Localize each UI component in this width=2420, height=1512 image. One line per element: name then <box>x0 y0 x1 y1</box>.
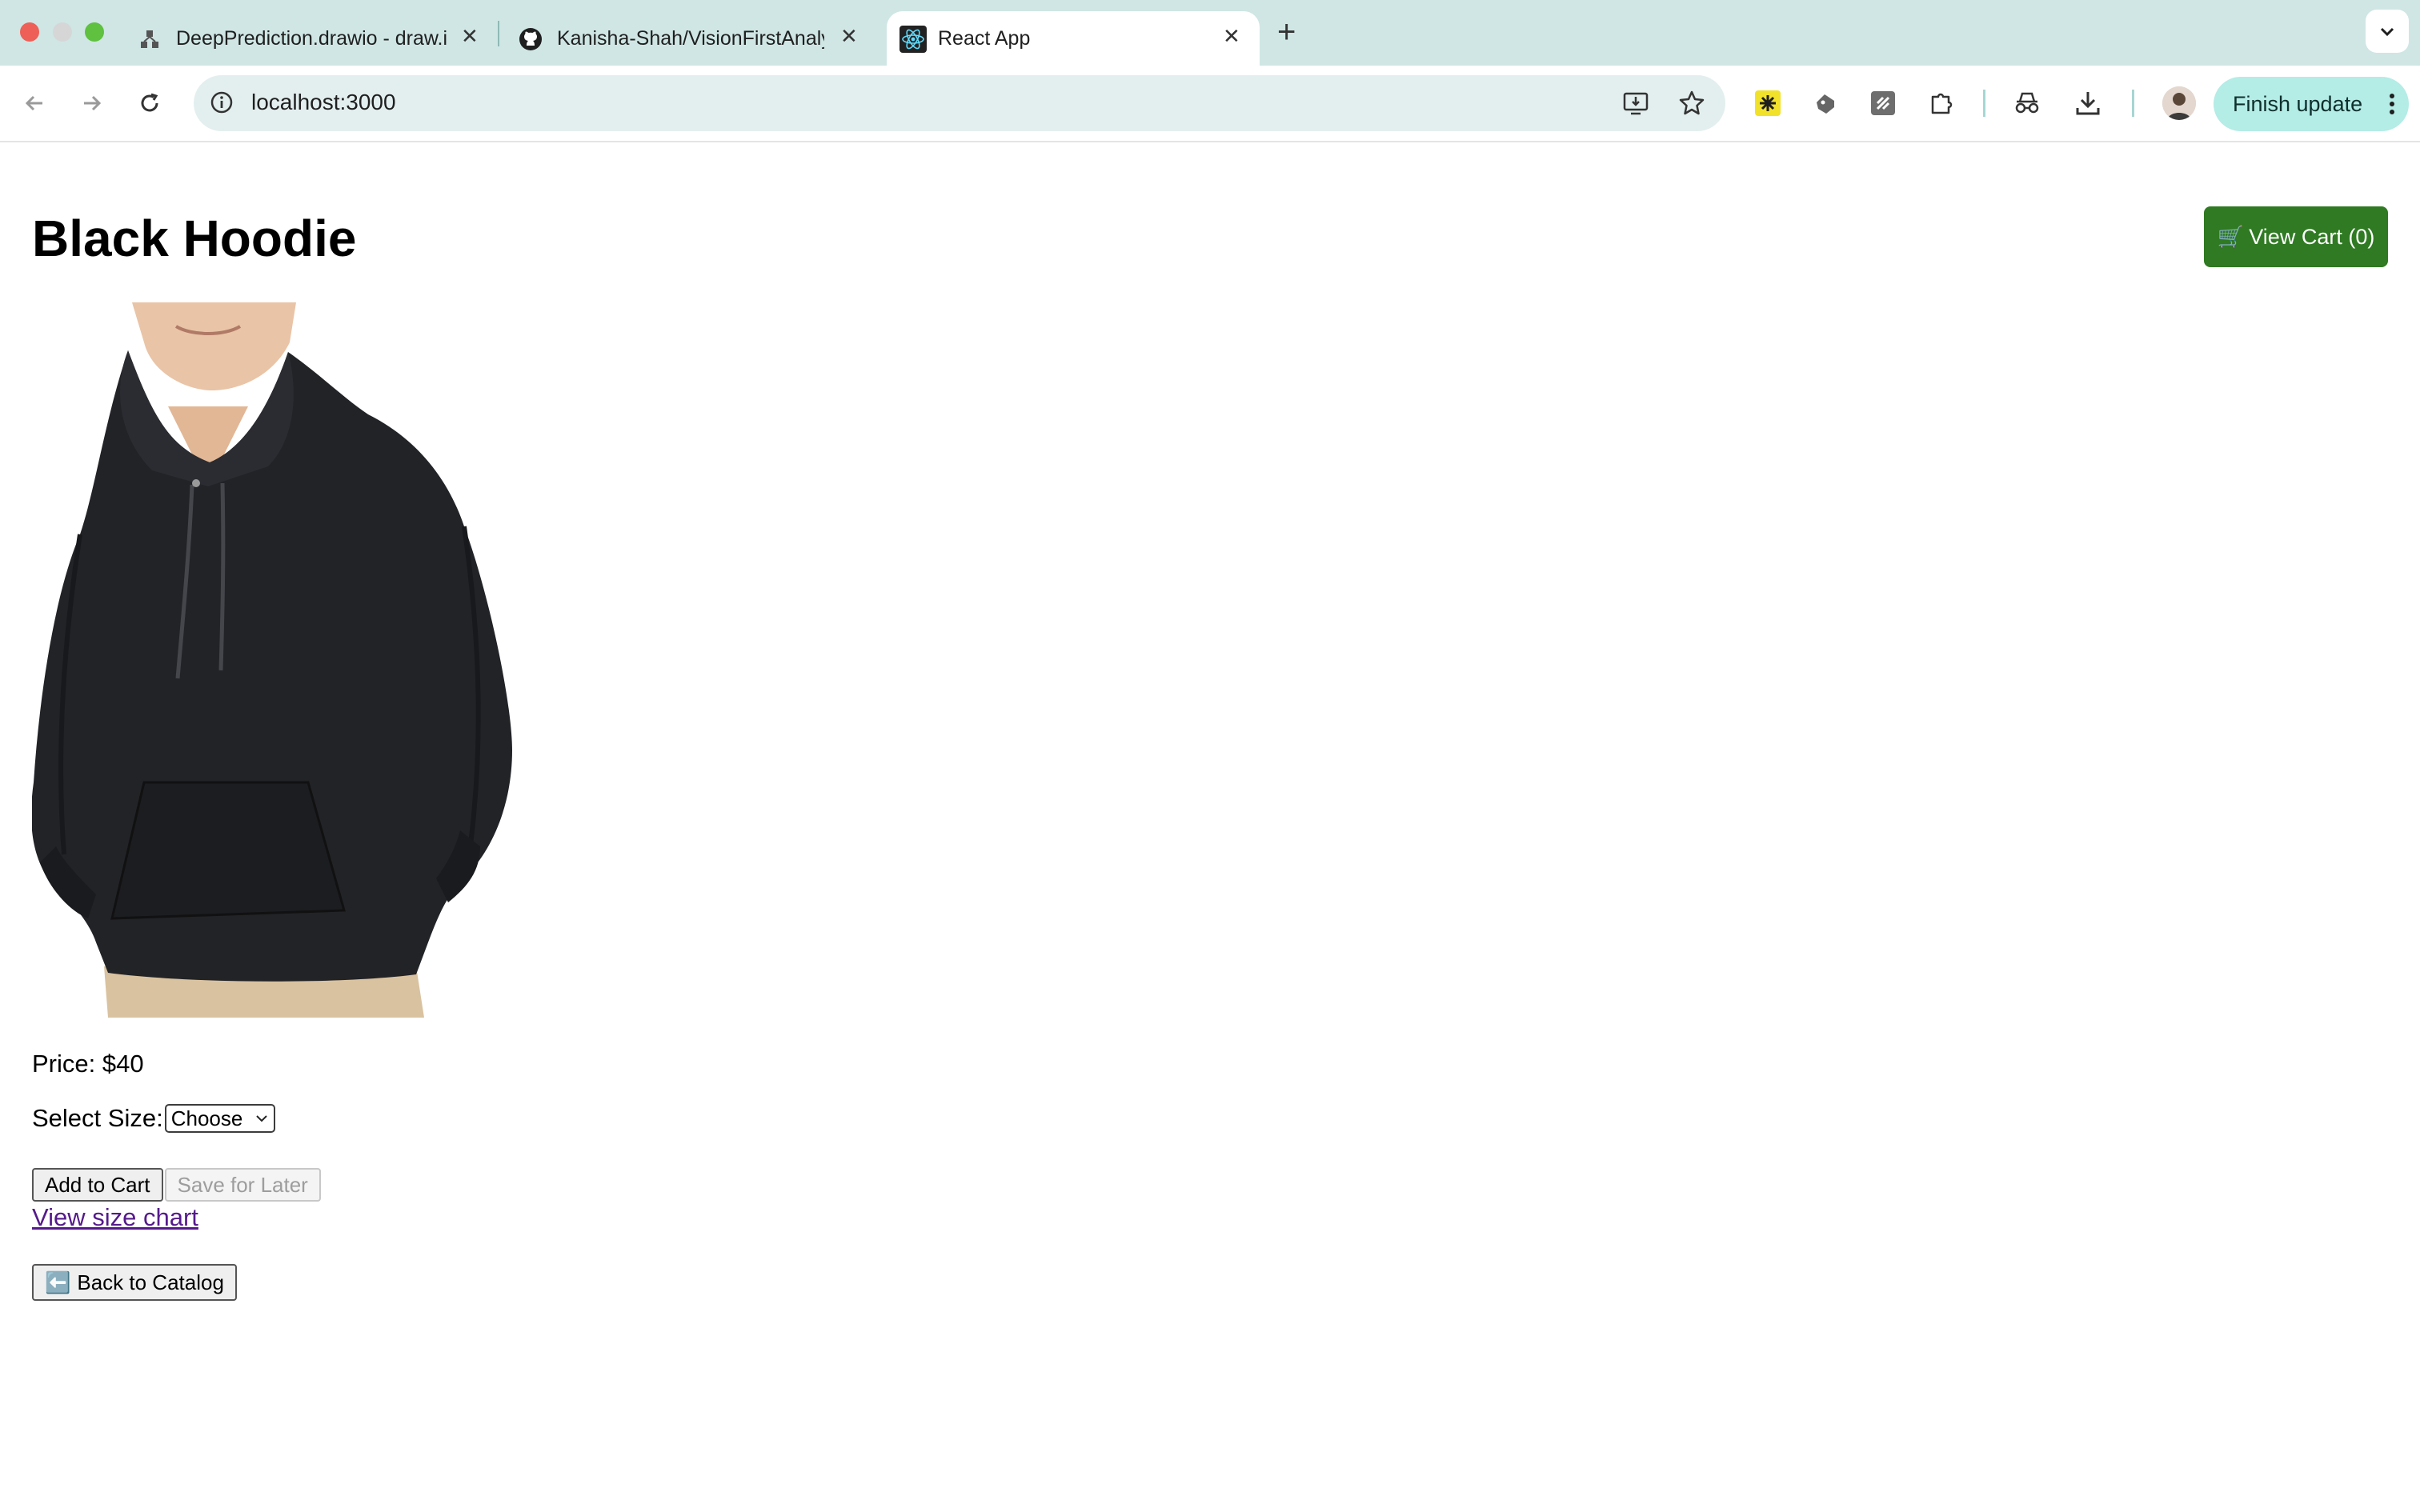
back-to-catalog-button[interactable]: ⬅️ Back to Catalog <box>32 1264 237 1301</box>
back-to-catalog-label: Back to Catalog <box>77 1270 224 1294</box>
size-selector-row: Select Size: Choose <box>32 1104 275 1133</box>
forward-nav-button[interactable] <box>75 86 109 120</box>
extensions-puzzle-icon[interactable] <box>1925 86 1959 120</box>
select-size-label: Select Size: <box>32 1104 163 1132</box>
tab-close-icon[interactable]: ✕ <box>1223 24 1240 49</box>
close-window-button[interactable] <box>20 22 39 42</box>
bookmark-star-icon[interactable] <box>1677 89 1706 122</box>
page-content: Black Hoodie 🛒 View Cart (0) Price: $40 … <box>0 142 2420 1512</box>
view-cart-button[interactable]: 🛒 View Cart (0) <box>2204 206 2388 267</box>
drawio-icon <box>139 29 160 55</box>
address-bar[interactable]: localhost:3000 <box>194 75 1725 131</box>
tab-close-icon[interactable]: ✕ <box>461 24 479 49</box>
url-text: localhost:3000 <box>251 90 396 114</box>
tab-title: React App <box>938 27 1031 50</box>
cart-actions: Add to Cart Save for Later <box>32 1168 321 1202</box>
add-to-cart-button[interactable]: Add to Cart <box>32 1168 163 1202</box>
tab-close-icon[interactable]: ✕ <box>840 24 858 49</box>
arrow-right-icon <box>84 95 102 111</box>
incognito-icon[interactable] <box>2010 86 2044 120</box>
size-select[interactable]: Choose <box>164 1104 275 1133</box>
arrow-left-icon <box>25 95 42 111</box>
finish-update-label: Finish update <box>2233 91 2363 116</box>
reload-button[interactable] <box>133 86 166 120</box>
chevron-down-icon <box>2380 27 2394 37</box>
tab-title: DeepPrediction.drawio - draw.io <box>176 27 448 50</box>
toolbar-separator <box>1983 90 1985 117</box>
site-info-icon[interactable] <box>208 89 235 120</box>
toolbar-separator <box>2132 90 2134 117</box>
github-icon <box>519 27 543 57</box>
tab-separator <box>498 21 499 46</box>
view-cart-label: View Cart (0) <box>2249 224 2375 249</box>
tab-react-app[interactable]: React App ✕ <box>887 11 1260 66</box>
new-tab-button[interactable]: + <box>1277 14 1296 50</box>
tab-title: Kanisha-Shah/VisionFirstAnalysis <box>557 27 824 50</box>
view-size-chart-link[interactable]: View size chart <box>32 1203 198 1232</box>
tab-github[interactable]: Kanisha-Shah/VisionFirstAnalysis ✕ <box>514 11 874 66</box>
install-app-icon[interactable] <box>1621 89 1650 122</box>
react-icon <box>899 26 927 58</box>
chevron-down-icon <box>255 1115 267 1122</box>
profile-avatar[interactable] <box>2162 86 2196 120</box>
browser-tab-strip: DeepPrediction.drawio - draw.io ✕ Kanish… <box>0 0 2420 66</box>
reload-icon <box>141 93 158 112</box>
save-for-later-button[interactable]: Save for Later <box>164 1168 321 1202</box>
tab-search-button[interactable] <box>2366 10 2409 53</box>
extension-puzzle-dark-icon[interactable] <box>1809 86 1842 120</box>
tab-drawio[interactable]: DeepPrediction.drawio - draw.io ✕ <box>134 11 488 66</box>
product-price: Price: $40 <box>32 1050 144 1078</box>
extension-yellow-icon[interactable] <box>1751 86 1785 120</box>
browser-toolbar: localhost:3000 Finish update <box>0 66 2420 142</box>
cart-icon: 🛒 <box>2217 225 2245 249</box>
page-title: Black Hoodie <box>32 210 357 267</box>
back-arrow-icon: ⬅️ <box>45 1270 71 1294</box>
maximize-window-button[interactable] <box>85 22 104 42</box>
minimize-window-button[interactable] <box>53 22 72 42</box>
product-image <box>31 302 513 1018</box>
finish-update-button[interactable]: Finish update <box>2214 77 2409 131</box>
extension-gray-box-icon[interactable] <box>1866 86 1900 120</box>
more-options-icon <box>2388 90 2396 124</box>
size-select-value: Choose <box>170 1106 243 1130</box>
back-nav-button[interactable] <box>18 86 51 120</box>
download-icon[interactable] <box>2071 86 2105 120</box>
